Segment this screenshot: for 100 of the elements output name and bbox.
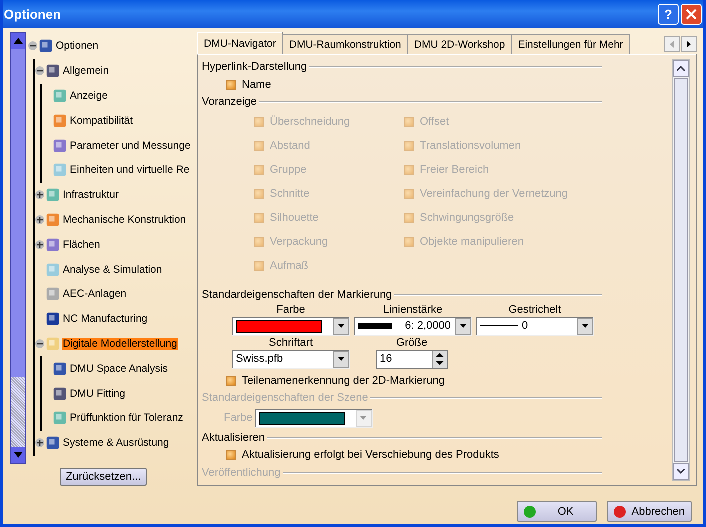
field-label: Farbe [276,304,306,316]
checkbox[interactable] [226,376,236,386]
tree-item[interactable]: Analyse & Simulation [62,264,164,276]
collapse-icon[interactable] [35,66,45,76]
field-label: Schriftart [268,336,314,349]
help-button[interactable]: ? [658,4,679,24]
checkbox-label: Teilenamenerkennung der 2D-Markierung [242,374,446,387]
window-title: Optionen [4,6,62,22]
module-icon [53,114,67,128]
tree-item[interactable]: Flächen [62,238,102,251]
checkbox-label: Aufmaß [270,260,309,272]
scrollbar[interactable] [672,59,690,481]
section-title: Voranzeige [202,96,258,108]
caret-down-icon [582,324,588,328]
module-icon [46,188,60,202]
status-dot-icon [614,506,626,518]
expand-icon[interactable] [35,438,45,448]
reset-button[interactable]: Zurücksetzen... [60,468,148,486]
field-label: Farbe [224,412,253,424]
spin-field[interactable]: 16 [376,350,448,369]
status-dot-icon [524,506,536,518]
tree-item[interactable]: Systeme & Ausrüstung [62,437,170,450]
checkbox-label: Überschneidung [270,116,350,128]
module-icon [46,287,60,302]
dropdown[interactable] [254,408,373,428]
module-icon [46,336,60,351]
checkbox-label: Freier Bereich [420,164,490,176]
tree-item[interactable]: NC Manufacturing [62,313,149,326]
checkbox-label: Name [242,78,272,91]
section-title: Standardeigenschaften der Markierung [202,289,392,302]
tab[interactable]: DMU 2D-Workshop [407,34,512,54]
module-icon [46,262,60,277]
scroll-up-icon[interactable] [677,66,685,71]
line-sample-icon [480,325,518,328]
module-icon [53,411,67,426]
dropdown[interactable]: 6: 2,0000 [354,316,472,336]
tab[interactable]: DMU-Raumkonstruktion [282,34,408,54]
dropdown[interactable]: Swiss.pfb [232,350,350,369]
section-title: Standardeigenschaften der Szene [202,392,368,404]
scrollbar[interactable] [10,32,26,464]
tree-item[interactable]: Infrastruktur [62,189,120,202]
tree-item[interactable]: Kompatibilität [69,114,134,127]
module-icon [53,163,67,178]
field-label: Größe [395,336,429,349]
checkbox-label: Abstand [270,140,310,152]
checkbox-label: Silhouette [270,212,319,224]
tree-item[interactable]: DMU Fitting [69,388,126,400]
checkbox[interactable] [226,80,236,90]
expand-icon[interactable] [35,240,45,250]
checkbox-label: Schnitte [270,188,310,200]
field-label: Gestrichelt [508,304,562,316]
checkbox-label: Offset [420,116,450,128]
dropdown[interactable]: 0 [476,316,594,336]
caret-down-icon [338,324,344,328]
close-icon [686,8,697,20]
caret-left-icon [670,40,674,48]
tree-item[interactable]: Anzeige [69,90,109,102]
checkbox-label: Verpackung [270,236,328,248]
tab[interactable]: Einstellungen für Mehr [511,34,630,54]
field-label: Linienstärke [382,304,444,316]
collapse-icon[interactable] [28,41,38,52]
module-icon [46,212,60,227]
tab-scroll-right-button[interactable] [681,36,697,52]
tree-item[interactable]: DMU Space Analysis [69,362,170,375]
tree-item[interactable]: Einheiten und virtuelle Re [69,164,191,176]
line-sample-icon [358,323,392,330]
section-title: Hyperlink-Darstellung [202,61,308,74]
cancel-button[interactable]: Abbrechen [606,501,692,522]
tree-item[interactable]: AEC-Anlagen [62,288,128,300]
scroll-down-icon[interactable] [677,469,685,474]
expand-icon[interactable] [35,214,45,225]
checkbox-label: Translationsvolumen [420,140,522,152]
tree-item[interactable]: Digitale Modellerstellung [62,338,178,350]
module-icon [39,39,53,54]
section-title: Veröffentlichung [202,466,281,479]
expand-icon[interactable] [35,190,45,200]
spin-up-icon[interactable] [433,350,447,360]
module-icon [53,386,67,401]
tree-item[interactable]: Allgemein [62,65,110,78]
tree-item[interactable]: Parameter und Messunge [69,140,192,152]
dropdown[interactable] [232,316,350,336]
module-icon [53,362,67,376]
caret-down-icon [460,324,466,328]
section-title: Aktualisieren [202,432,265,444]
dropdown-value: 6: 2,0000 [404,320,451,332]
checkbox[interactable] [226,450,236,460]
module-icon [46,436,60,450]
ok-button[interactable]: OK [516,501,597,522]
caret-down-icon [338,357,344,362]
module-icon [46,312,60,326]
collapse-icon[interactable] [35,338,45,349]
tree-item[interactable]: Prüffunktion für Toleranz [69,412,184,424]
tree-item[interactable]: Optionen [55,40,100,52]
tree-item[interactable]: Mechanische Konstruktion [62,214,188,226]
tab[interactable]: DMU-Navigator [197,32,284,54]
checkbox-label: Gruppe [270,164,307,176]
checkbox-label: Aktualisierung erfolgt bei Verschiebung des Produkts [242,449,500,462]
module-icon [53,138,67,153]
close-button[interactable] [681,4,702,24]
module-icon [46,64,60,78]
